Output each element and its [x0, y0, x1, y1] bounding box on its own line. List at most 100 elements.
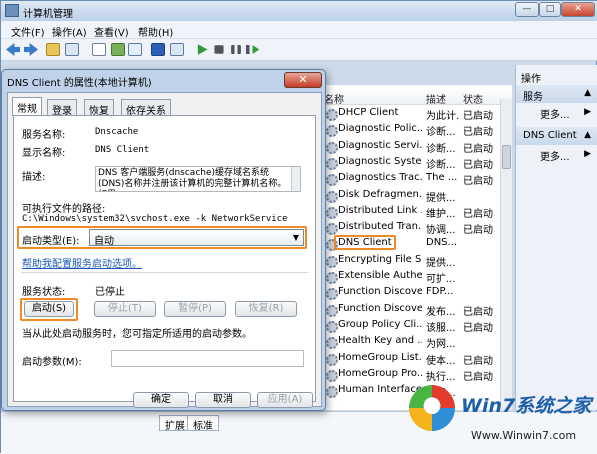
service-gear-icon	[325, 173, 338, 187]
table-row[interactable]: Distributed Link ... 维护... 已启动	[320, 203, 512, 220]
startup-type-value: 自动	[94, 236, 114, 247]
service-gear-icon	[325, 271, 338, 284]
service-gear-icon	[325, 353, 338, 366]
service-status-label: 服务状态:	[22, 287, 66, 298]
close-button[interactable]: ✕	[561, 2, 595, 17]
dns-client-properties-dialog: DNS Client 的属性(本地计算机) ✕ 常规 登录 恢复 依存关系 服务…	[1, 69, 326, 411]
column-description[interactable]: 描述	[426, 91, 446, 106]
table-row[interactable]: HomeGroup Pro... 执行... 已启动	[320, 366, 512, 383]
service-name: Function Discove...	[338, 286, 422, 298]
column-status[interactable]: 状态	[463, 91, 483, 106]
help-icon[interactable]	[151, 43, 165, 56]
table-row[interactable]: Extensible Authe... 可扩...	[320, 268, 512, 285]
back-arrow-icon[interactable]	[6, 43, 20, 56]
service-name: Disk Defragmen...	[338, 188, 422, 200]
collapse-arrow-icon[interactable]: ▲	[584, 130, 591, 140]
table-row[interactable]: HomeGroup List... 使本... 已启动	[320, 350, 512, 367]
divider	[21, 272, 308, 273]
service-name: Distributed Tran...	[338, 221, 422, 233]
service-status-value: 已停止	[95, 287, 125, 298]
table-row[interactable]: Distributed Tran... 协调... 已启动	[320, 219, 512, 237]
actions-section-services[interactable]: 服务 ▲	[516, 85, 597, 103]
apply-button[interactable]: 应用(A)	[257, 392, 313, 408]
ok-button[interactable]: 确定	[133, 392, 189, 408]
collapse-arrow-icon[interactable]: ▲	[584, 88, 591, 98]
tab-recovery[interactable]: 恢复	[84, 99, 114, 117]
table-row[interactable]: Diagnostics Trac... The ... 已启动	[320, 170, 512, 187]
menu-view[interactable]: 查看(V)	[94, 24, 129, 39]
service-description: 诊断...	[426, 143, 456, 155]
tab-general[interactable]: 常规	[12, 97, 42, 116]
title-bar[interactable]: 计算机管理 — □ ✕	[1, 1, 597, 21]
pause-icon[interactable]	[231, 44, 241, 55]
service-gear-icon	[325, 124, 338, 138]
column-name[interactable]: 名称	[324, 91, 344, 106]
service-gear-icon	[325, 385, 338, 399]
forward-arrow-icon[interactable]	[24, 43, 38, 56]
restart-icon[interactable]	[246, 44, 260, 55]
stop-icon[interactable]	[214, 45, 224, 54]
maximize-button[interactable]: □	[539, 2, 561, 17]
table-row[interactable]: DNS Client DNS...	[320, 235, 512, 252]
stop-button[interactable]: 停止(T)	[94, 301, 156, 317]
list-header: 名称 描述 状态	[320, 88, 512, 106]
service-status: 已启动	[463, 159, 493, 171]
menu-file[interactable]: 文件(F)	[11, 24, 45, 39]
tab-logon[interactable]: 登录	[47, 99, 77, 117]
table-row[interactable]: DHCP Client 为此计...已启动	[320, 105, 512, 122]
service-status: 已启动	[463, 225, 493, 237]
help-configure-link[interactable]: 帮助我配置服务启动选项。	[22, 255, 142, 270]
service-description: 使本...	[426, 355, 456, 367]
more-label: 更多...	[540, 152, 570, 163]
menu-action[interactable]: 操作(A)	[52, 24, 87, 39]
menu-help[interactable]: 帮助(H)	[138, 24, 173, 39]
startup-type-select[interactable]: 自动 ▼	[89, 229, 304, 247]
table-row[interactable]: Group Policy Cli... 该服... 已启动	[320, 317, 512, 334]
refresh-icon[interactable]	[111, 43, 125, 56]
actions-more-dns[interactable]: 更多... ▶	[516, 146, 597, 163]
actions-more-services[interactable]: 更多... ▶	[516, 104, 597, 121]
show-hide-icon[interactable]	[170, 43, 184, 56]
start-button[interactable]: 启动(S)	[24, 301, 74, 317]
service-name: DHCP Client	[338, 107, 399, 118]
service-gear-icon	[325, 369, 338, 382]
cancel-button[interactable]: 取消	[195, 392, 251, 408]
service-gear-icon	[325, 206, 338, 219]
exe-path-value: C:\Windows\system32\svchost.exe -k Netwo…	[22, 214, 288, 224]
services-list: 名称 描述 状态 DHCP Client为此计...已启动Diagnostic …	[319, 85, 512, 410]
service-description: 诊断...	[426, 159, 456, 171]
description-box[interactable]: DNS 客户端服务(dnscache)缓存域名系统(DNS)名称并注册该计算机的…	[95, 166, 301, 192]
dialog-close-button[interactable]: ✕	[284, 72, 322, 88]
table-row[interactable]: Health Key and ... 为网...	[320, 333, 512, 350]
tab-dependencies[interactable]: 依存关系	[121, 99, 171, 117]
minimize-button[interactable]: —	[515, 2, 539, 17]
submenu-arrow-icon: ▶	[584, 107, 591, 117]
export-list-icon[interactable]	[128, 43, 142, 56]
play-icon[interactable]	[197, 44, 208, 55]
table-row[interactable]: Disk Defragmen... 提供...	[320, 187, 512, 204]
console-tree-icon[interactable]	[65, 43, 79, 56]
table-row[interactable]: Encrypting File S... 提供...	[320, 252, 512, 269]
chevron-down-icon: ▼	[292, 233, 299, 242]
up-folder-icon[interactable]	[46, 43, 60, 56]
services-scrollbar[interactable]	[500, 99, 512, 410]
actions-section-dns-client[interactable]: DNS Client ▲	[516, 127, 597, 145]
resume-button[interactable]: 恢复(R)	[235, 301, 297, 317]
dialog-body: 常规 登录 恢复 依存关系 服务名称: Dnscache 显示名称: DNS C…	[7, 92, 322, 408]
service-status: 已启动	[463, 322, 493, 334]
service-name: DNS Client	[334, 235, 396, 251]
table-row[interactable]: Diagnostic Syste... 诊断... 已启动	[320, 154, 512, 171]
service-description: 诊断...	[426, 127, 456, 139]
start-parameters-input[interactable]	[111, 350, 304, 367]
window-title: 计算机管理	[23, 9, 73, 20]
description-scrollbar[interactable]	[291, 167, 300, 191]
pause-button[interactable]: 暂停(P)	[164, 301, 226, 317]
tab-standard[interactable]: 标准	[187, 415, 219, 432]
scroll-thumb[interactable]	[502, 145, 511, 169]
table-row[interactable]: Function Discove... 发布... 已启动	[320, 301, 512, 318]
properties-icon[interactable]	[92, 43, 106, 56]
table-row[interactable]: Diagnostic Servi... 诊断... 已启动	[320, 138, 512, 155]
table-row[interactable]: Function Discove... FDP...	[320, 284, 512, 301]
computer-management-window: 计算机管理 — □ ✕ 文件(F) 操作(A) 查看(V) 帮助(H) 名称 描…	[0, 0, 597, 454]
table-row[interactable]: Diagnostic Polic... 诊断... 已启动	[320, 121, 512, 139]
